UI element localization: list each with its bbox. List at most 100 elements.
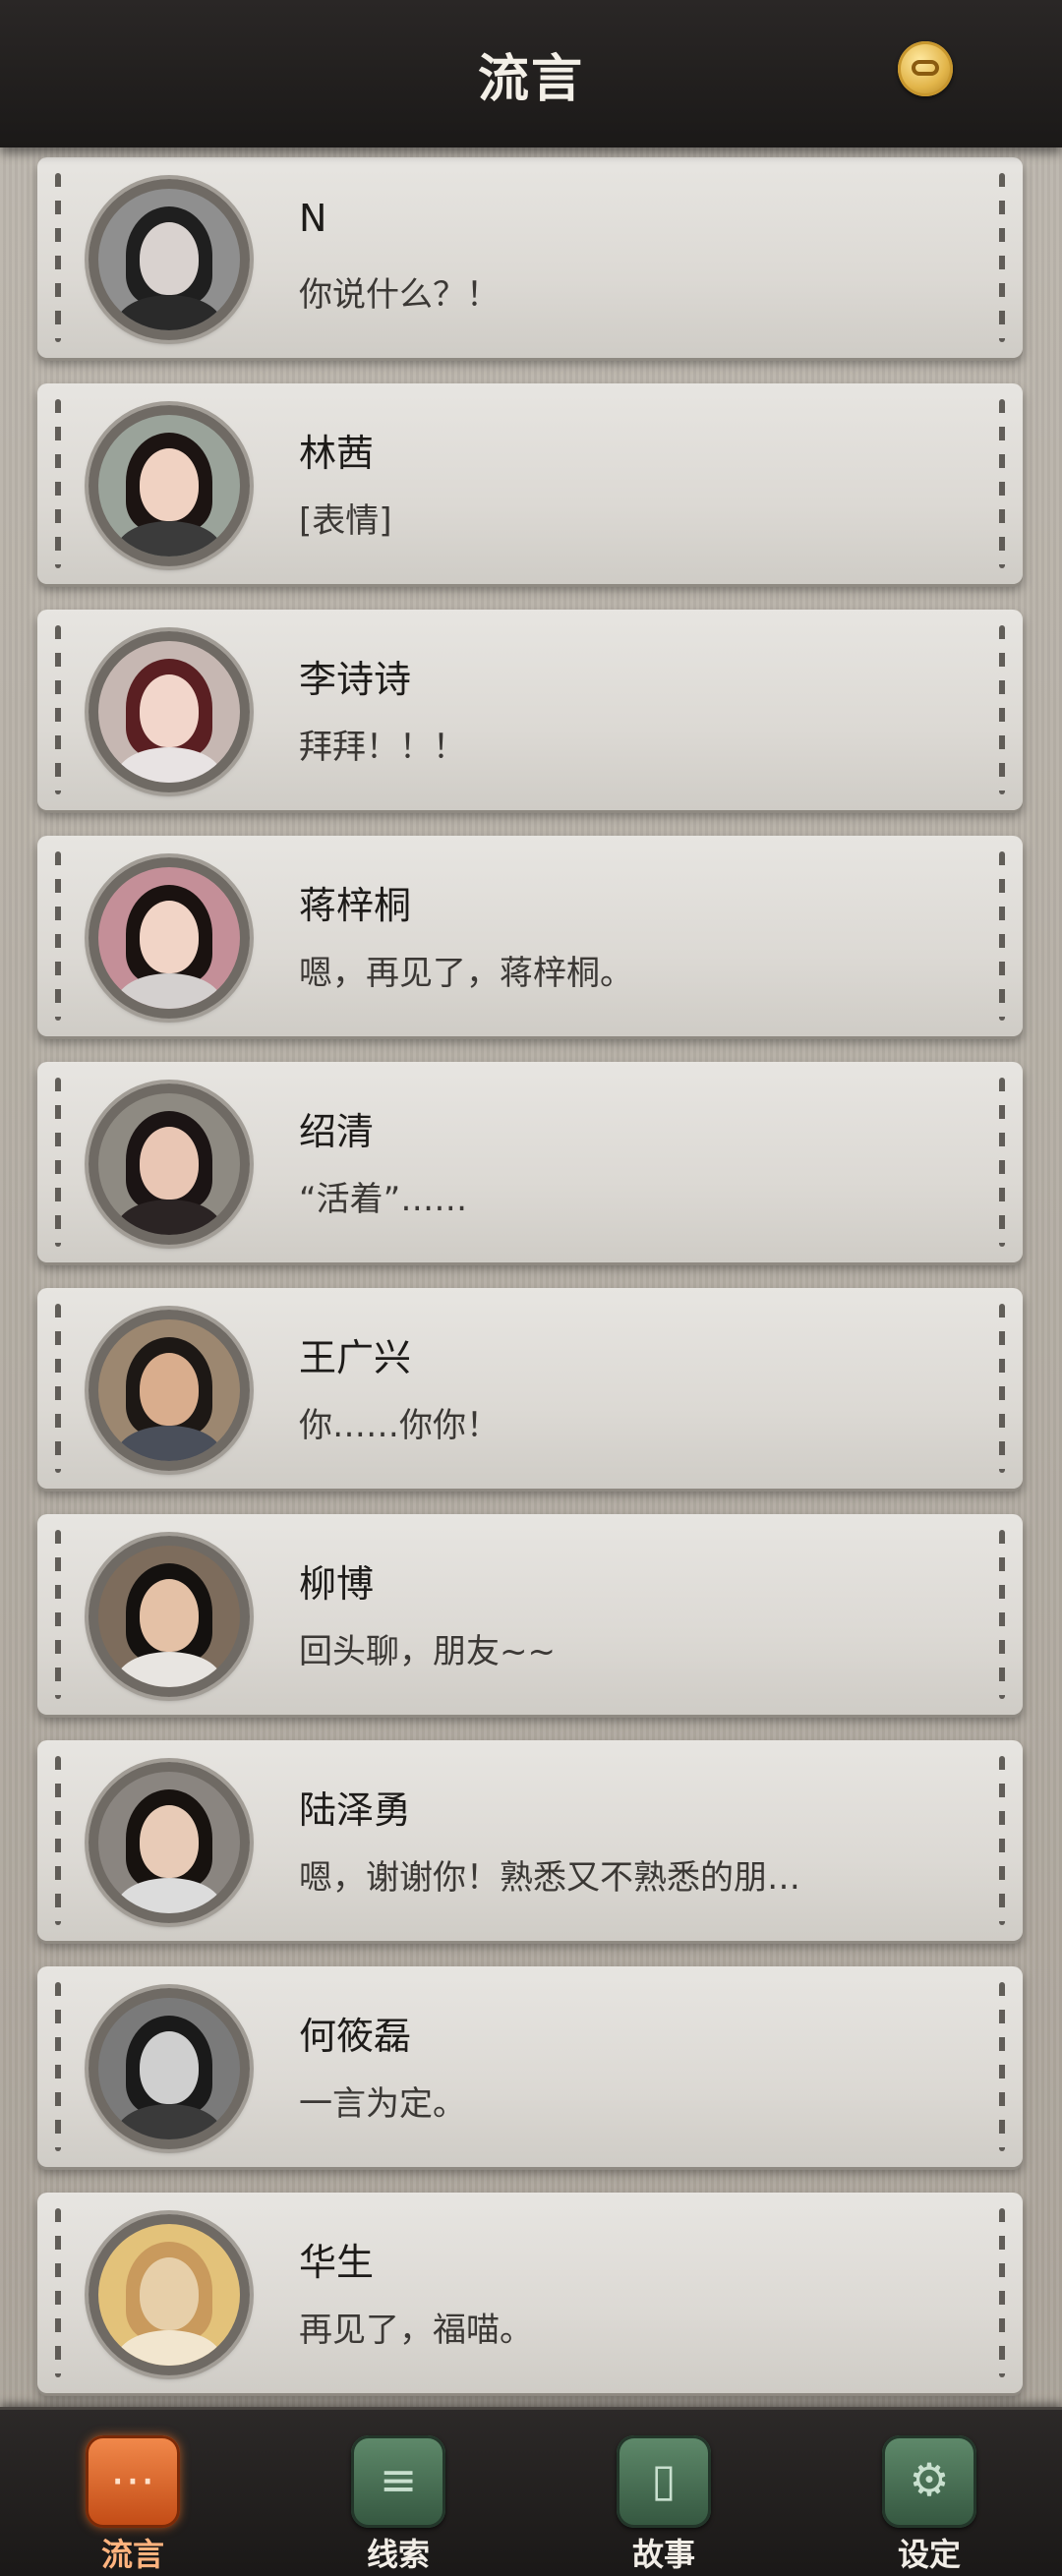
avatar [98,1093,240,1235]
avatar-portrait-part [140,222,199,295]
conversation-card[interactable]: 林茜 [表情] [37,383,1023,584]
tab-glyph: ⚙ [909,2453,950,2506]
last-message-preview: 嗯，谢谢你！熟悉又不熟悉的朋… [299,1858,800,1898]
avatar [98,1998,240,2139]
card-stitch-decoration [999,1756,1005,1925]
tab-notes[interactable]: ≡ 线索 [266,2410,531,2576]
avatar-portrait-part [116,973,222,1009]
conversation-card[interactable]: 华生再见了，福喵。 [37,2193,1023,2393]
card-stitch-decoration [55,1756,61,1925]
last-message-preview: 你……你你！ [299,1406,500,1445]
card-stitch-decoration [999,1982,1005,2151]
avatar [98,2224,240,2366]
avatar-portrait-part [116,1652,222,1687]
last-message-preview: 再见了，福喵。 [299,2311,533,2350]
conversation-card[interactable]: 绍清 “活着”…… [37,1062,1023,1262]
last-message-preview: 你说什么？！ [299,275,500,315]
contact-name: 柳博 [299,1562,375,1606]
card-stitch-decoration [999,1304,1005,1473]
avatar-portrait-part [140,674,199,747]
avatar-portrait-part [140,1579,199,1652]
tab-chat-bubble[interactable]: ⋯ 流言 [0,2410,266,2576]
contact-name: N [299,197,327,240]
avatar-portrait-part [140,448,199,521]
contact-name: 陆泽勇 [299,1788,412,1832]
conversation-card[interactable]: 李诗诗拜拜！！！ [37,610,1023,810]
contact-name: 绍清 [299,1110,375,1153]
tab-glyph: ≡ [379,2453,418,2506]
card-stitch-decoration [999,1078,1005,1247]
avatar-portrait-part [116,1426,222,1461]
gear-icon: ⚙ [882,2435,976,2528]
avatar-portrait-part [116,2330,222,2366]
last-message-preview: 嗯，再见了，蒋梓桐。 [299,954,633,993]
card-stitch-decoration [55,1304,61,1473]
conversation-card[interactable]: N 你说什么？！ [37,157,1023,358]
avatar-portrait-part [116,521,222,556]
card-stitch-decoration [999,173,1005,342]
avatar-portrait-part [140,2257,199,2330]
last-message-preview: [表情] [299,501,392,541]
avatar-frame [88,179,250,340]
avatar-portrait-part [140,901,199,973]
last-message-preview: 一言为定。 [299,2084,466,2124]
avatar-portrait-part [116,747,222,783]
avatar [98,1546,240,1687]
card-stitch-decoration [55,625,61,794]
avatar-portrait-part [140,1805,199,1878]
tab-label: 流言 [100,2536,164,2573]
avatar [98,415,240,556]
avatar-portrait-part [140,2031,199,2104]
contact-name: 王广兴 [299,1336,412,1379]
card-stitch-decoration [999,851,1005,1021]
conversation-card[interactable]: 柳博回头聊，朋友~~ [37,1514,1023,1715]
tab-label: 线索 [366,2536,430,2573]
last-message-preview: 拜拜！！！ [299,728,466,767]
tab-label: 设定 [897,2536,961,2573]
avatar-portrait-part [116,2104,222,2139]
avatar [98,1319,240,1461]
top-bar: 流言 [0,0,1062,147]
book-icon: ▯ [617,2435,711,2528]
avatar-frame [88,1310,250,1471]
tab-glyph: ⋯ [110,2453,155,2506]
card-stitch-decoration [55,399,61,568]
contact-name: 华生 [299,2241,375,2284]
card-stitch-decoration [55,1982,61,2151]
avatar-portrait-part [116,295,222,330]
avatar [98,641,240,783]
avatar-frame [88,1083,250,1245]
last-message-preview: 回头聊，朋友~~ [299,1632,556,1671]
avatar-frame [88,1988,250,2149]
card-stitch-decoration [55,851,61,1021]
conversation-card[interactable]: 陆泽勇嗯，谢谢你！熟悉又不熟悉的朋… [37,1740,1023,1941]
infinity-coin-icon[interactable] [898,41,953,96]
avatar-frame [88,1762,250,1923]
avatar [98,867,240,1009]
avatar-frame [88,405,250,566]
card-stitch-decoration [999,399,1005,568]
card-stitch-decoration [55,2208,61,2377]
conversation-card[interactable]: 何筱磊 一言为定。 [37,1966,1023,2167]
card-stitch-decoration [999,625,1005,794]
avatar-portrait-part [116,1878,222,1913]
conversation-card[interactable]: 王广兴你……你你！ [37,1288,1023,1489]
bottom-tab-bar: ⋯ 流言 ≡ 线索 ▯ 故事 ⚙ 设定 [0,2407,1062,2576]
contact-name: 李诗诗 [299,658,412,701]
tab-label: 故事 [631,2536,695,2573]
avatar-portrait-part [116,1200,222,1235]
avatar-portrait-part [140,1127,199,1200]
avatar [98,189,240,330]
tab-gear[interactable]: ⚙ 设定 [796,2410,1062,2576]
conversation-card[interactable]: 蒋梓桐 嗯，再见了，蒋梓桐。 [37,836,1023,1036]
tab-glyph: ▯ [651,2453,677,2506]
chat-bubble-icon: ⋯ [86,2435,180,2528]
avatar-frame [88,857,250,1019]
avatar [98,1772,240,1913]
card-stitch-decoration [999,1530,1005,1699]
card-stitch-decoration [999,2208,1005,2377]
card-stitch-decoration [55,1530,61,1699]
avatar-portrait-part [140,1353,199,1426]
card-stitch-decoration [55,1078,61,1247]
tab-book[interactable]: ▯ 故事 [531,2410,796,2576]
